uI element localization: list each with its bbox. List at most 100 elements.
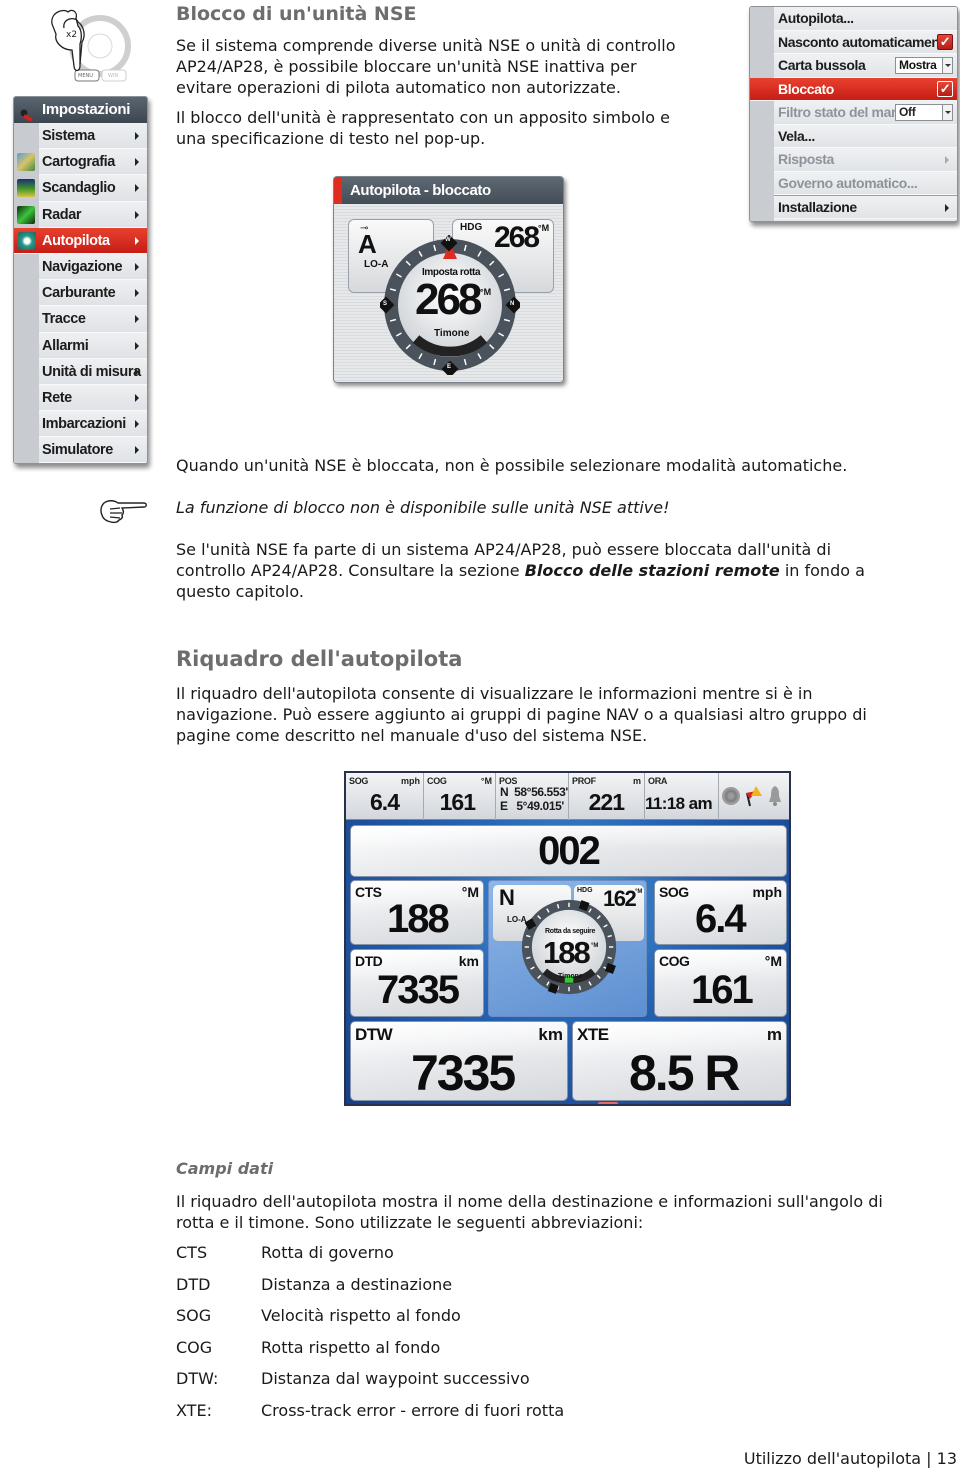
menu-item-label: Vela...	[778, 127, 815, 144]
destination-tile[interactable]: 002	[350, 825, 787, 877]
topbar-value: 11:18 am	[645, 794, 713, 813]
menu-item-label: Scandaglio	[42, 180, 116, 197]
settings-menu-item[interactable]: Autopilota	[14, 227, 147, 254]
autopilot-menu-item[interactable]: Installazione	[774, 195, 957, 219]
text-line: questo capitolo.	[176, 582, 304, 601]
tile-unit: °M	[764, 953, 782, 969]
abbreviation-description: Distanza dal waypoint successivo	[261, 1369, 530, 1388]
rudder-label: Timone	[558, 973, 583, 980]
tile-label: XTE	[577, 1025, 609, 1044]
autopilot-menu-item[interactable]: Governo automatico...	[774, 171, 957, 195]
section1-paragraph-1: Se il sistema comprende diverse unità NS…	[176, 35, 736, 98]
locked-note-text: Quando un'unità NSE è bloccata, non è po…	[176, 456, 848, 475]
alarm-flag-icon[interactable]	[744, 785, 762, 807]
topbar-value: 221	[588, 789, 625, 815]
topbar-pos[interactable]: POS N 58°56.553' E 5°49.015'	[496, 773, 569, 820]
rudder-label: Timone	[434, 328, 470, 339]
chevron-right-icon	[135, 420, 139, 429]
tile-value: 6.4	[695, 897, 747, 941]
dropdown-select[interactable]: Off	[895, 104, 953, 121]
autopilot-menu-item[interactable]: Filtro stato del mare Off	[774, 101, 957, 125]
menu-item-label: Allarmi	[42, 337, 89, 354]
autopilot-menu-item[interactable]: Nasconto automaticamente ✓	[774, 30, 957, 54]
menu-item-label: Installazione	[778, 199, 857, 215]
topbar-sog[interactable]: SOG mph 6.4	[346, 773, 424, 820]
settings-menu-item[interactable]: Tracce	[39, 306, 147, 333]
menu-item-label: Carburante	[42, 285, 116, 302]
tile-value: 7335	[411, 1045, 516, 1101]
abbreviation-term: COG	[176, 1337, 213, 1357]
autopilot-menu-item[interactable]: Risposta	[774, 148, 957, 172]
tile-unit: km	[538, 1025, 563, 1044]
abbreviation-description: Distanza a destinazione	[261, 1274, 453, 1294]
text-line: evitare operazioni di pilota automatico …	[176, 78, 621, 97]
menu-item-label: Sistema	[42, 128, 95, 144]
menu-item-label: Autopilota	[42, 232, 110, 249]
tile-value: 188	[387, 897, 450, 941]
xte-tile[interactable]: XTE m 8.5 R	[572, 1021, 787, 1101]
menu-item-label: Bloccato	[778, 80, 834, 97]
position-longitude: E 5°49.015'	[500, 799, 564, 813]
chevron-down-icon[interactable]	[942, 58, 952, 73]
settings-menu-item[interactable]: Navigazione	[39, 253, 147, 281]
text-line: AP24/AP28, è possibile bloccare un'unità…	[176, 57, 637, 76]
abbreviation-term: DTW:	[176, 1369, 219, 1388]
topbar-cog[interactable]: COG °M 161	[424, 773, 496, 820]
footer-chapter: Utilizzo dell'autopilota	[743, 1449, 922, 1468]
autopilot-menu-item[interactable]: Vela...	[774, 124, 957, 148]
autopilot-menu-item[interactable]: Carta bussola Mostra	[774, 54, 957, 78]
settings-menu-item[interactable]: Imbarcazioni	[39, 411, 147, 438]
sonar-status-icon[interactable]	[722, 787, 740, 805]
text-line: una specificazione di testo nel pop-up.	[176, 129, 486, 148]
cts-tile[interactable]: CTS °M 188	[350, 880, 484, 945]
tile-label: DTW	[355, 1025, 393, 1044]
bell-icon[interactable]	[767, 784, 783, 808]
topbar-unit: °M	[480, 776, 492, 786]
chevron-right-icon	[135, 315, 139, 324]
menu-item-label: Carta bussola	[778, 57, 866, 73]
settings-menu-item[interactable]: Allarmi	[39, 332, 147, 359]
tile-value: 8.5 R	[629, 1045, 741, 1101]
checkbox-checked-icon[interactable]: ✓	[937, 80, 953, 97]
sog-tile[interactable]: SOG mph 6.4	[654, 880, 787, 945]
abbreviation-row: COG Rotta rispetto al fondo	[176, 1338, 876, 1370]
cog-tile[interactable]: COG °M 161	[654, 949, 787, 1017]
dtw-tile[interactable]: DTW km 7335	[350, 1021, 568, 1101]
chart-icon	[17, 153, 35, 172]
compass-tile[interactable]: N LO-A HDG 162 °M Rotta da seguire 188 °…	[488, 880, 647, 1017]
autopilot-menu-item[interactable]: Bloccato ✓	[750, 77, 957, 101]
settings-menu-item[interactable]: Radar	[17, 201, 147, 228]
pointing-hand-icon	[100, 500, 147, 524]
footer-separator: |	[926, 1449, 932, 1468]
abbreviation-row: DTW: Distanza dal waypoint successivo	[176, 1369, 876, 1401]
text-line: Se il sistema comprende diverse unità NS…	[176, 36, 676, 55]
settings-menu-item[interactable]: Simulatore	[39, 437, 147, 463]
tile-unit: °M	[461, 884, 479, 900]
settings-menu-item[interactable]: Unità di misura	[39, 358, 147, 385]
position-latitude: N 58°56.553'	[500, 785, 568, 799]
page-indicator[interactable]	[598, 1102, 618, 1104]
menu-item-label: Rete	[42, 389, 72, 406]
chevron-down-icon[interactable]	[942, 105, 952, 120]
settings-menu-item[interactable]: Carburante	[39, 280, 147, 307]
topbar-depth[interactable]: PROF m 221	[569, 773, 645, 820]
topbar-time[interactable]: ORA 11:18 am	[645, 773, 719, 820]
settings-menu-item[interactable]: Rete	[39, 384, 147, 412]
settings-menu-item[interactable]: Cartografia	[17, 149, 147, 176]
abbreviation-term: CTS	[176, 1243, 208, 1262]
topbar-label: PROF	[572, 776, 596, 786]
abbreviation-row: CTS Rotta di governo	[176, 1243, 876, 1275]
abbreviation-row: DTD Distanza a destinazione	[176, 1275, 876, 1307]
cross-reference-link[interactable]: Blocco delle stazioni remote	[525, 561, 780, 580]
dropdown-select[interactable]: Mostra	[895, 57, 953, 74]
settings-menu-item[interactable]: Sistema	[39, 123, 147, 150]
abbreviation-description: Velocità rispetto al fondo	[261, 1306, 461, 1325]
menu-item-label: Filtro stato del mare	[778, 104, 904, 120]
chevron-right-icon	[135, 132, 139, 140]
autopilot-menu-item[interactable]: Autopilota...	[774, 7, 957, 31]
settings-menu-item[interactable]: Scandaglio	[17, 175, 147, 202]
chevron-right-icon	[135, 262, 139, 271]
checkbox-checked-icon[interactable]: ✓	[937, 33, 953, 50]
radar-icon	[17, 205, 35, 224]
dtd-tile[interactable]: DTD km 7335	[350, 949, 484, 1017]
